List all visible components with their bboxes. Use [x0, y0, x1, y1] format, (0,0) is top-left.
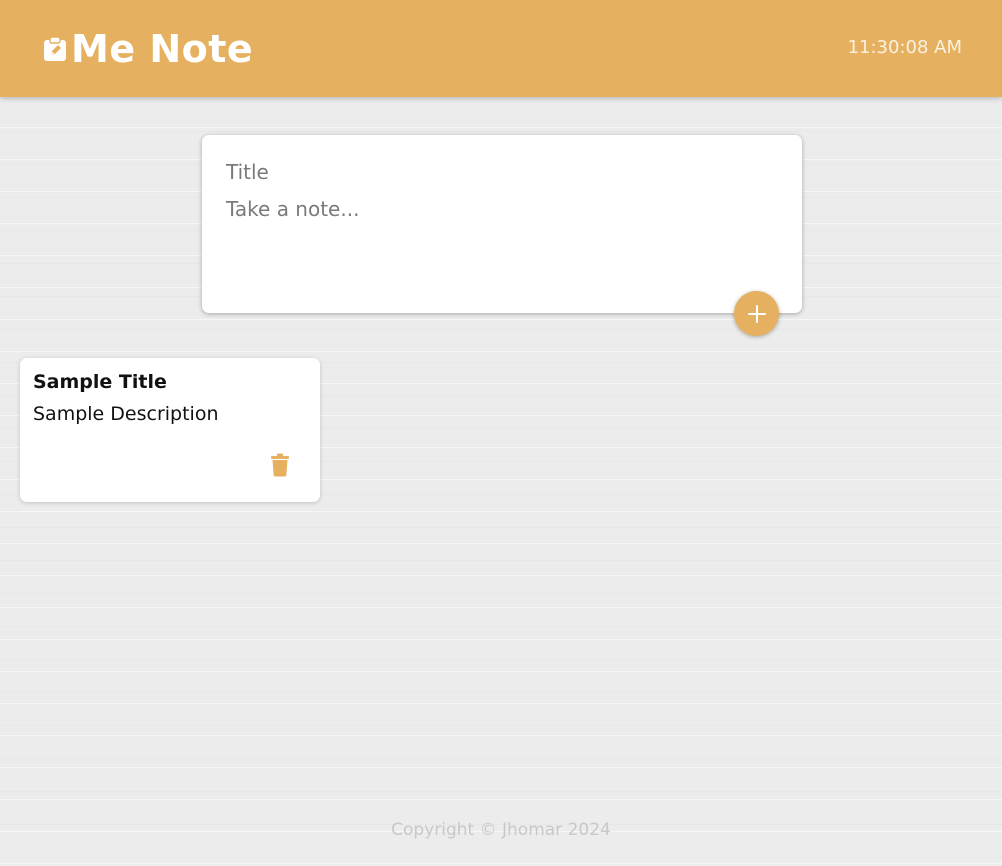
note-composer — [202, 135, 802, 313]
note-description: Sample Description — [33, 403, 219, 425]
footer-copyright: Copyright © Jhomar 2024 — [391, 820, 611, 840]
clock: 11:30:08 AM — [847, 37, 962, 58]
add-note-button[interactable] — [734, 291, 779, 336]
note-textarea[interactable] — [226, 194, 778, 284]
app-header: Me Note 11:30:08 AM — [0, 0, 1002, 97]
app-title: Me Note — [71, 26, 254, 71]
note-title: Sample Title — [33, 371, 167, 393]
note-card: Sample Title Sample Description — [20, 358, 320, 502]
plus-icon — [747, 304, 766, 323]
title-input[interactable] — [226, 157, 778, 187]
delete-note-button[interactable] — [264, 451, 296, 479]
clipboard-edit-icon — [44, 35, 66, 61]
trash-icon — [271, 453, 289, 477]
brand: Me Note — [43, 27, 253, 71]
